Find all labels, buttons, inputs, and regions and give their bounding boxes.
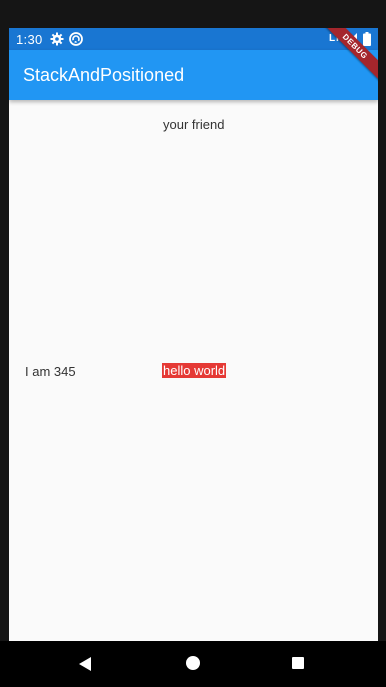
sync-icon xyxy=(69,32,83,46)
navigation-bar xyxy=(0,641,386,687)
recents-icon[interactable] xyxy=(292,657,304,669)
status-time: 1:30 xyxy=(16,32,43,47)
app-bar-title: StackAndPositioned xyxy=(23,65,185,85)
home-icon[interactable] xyxy=(186,656,200,670)
hello-world-text: hello world xyxy=(162,363,227,378)
settings-icon xyxy=(50,32,64,46)
i-am-text: I am 345 xyxy=(25,364,76,379)
device-frame: 1:30 LTE xyxy=(0,0,386,687)
status-bar: 1:30 LTE xyxy=(9,28,378,50)
back-icon[interactable] xyxy=(77,656,93,672)
battery-icon xyxy=(363,32,371,46)
app-screen: 1:30 LTE xyxy=(9,28,378,641)
app-bar: StackAndPositioned xyxy=(9,50,378,100)
your-friend-text: your friend xyxy=(163,117,225,132)
